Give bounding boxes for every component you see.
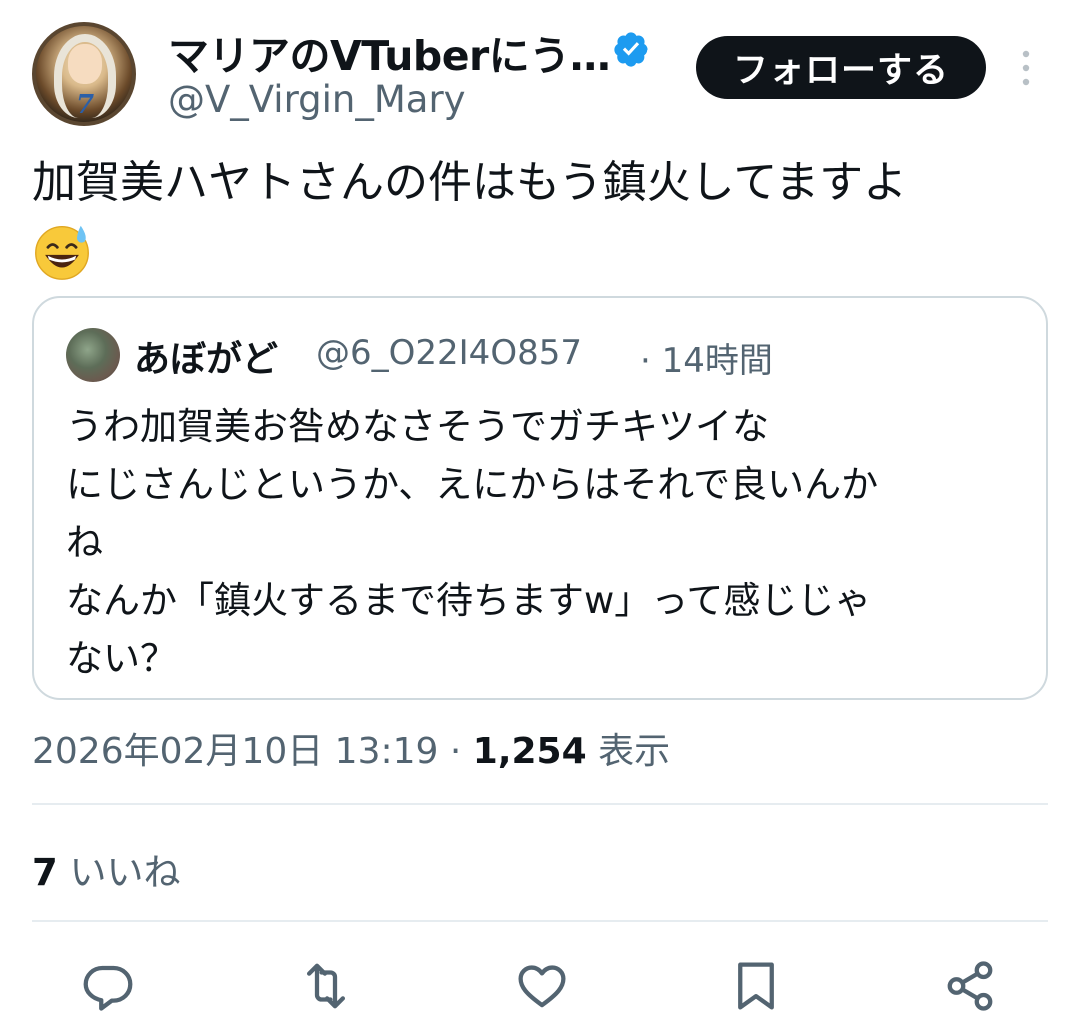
quoted-tweet-time[interactable]: · 14時間 (640, 333, 773, 382)
like-icon (518, 965, 566, 1008)
quoted-author-avatar[interactable] (66, 328, 120, 382)
likes-label: いいね (57, 851, 181, 894)
share-button[interactable] (942, 958, 998, 1014)
tweet-timestamp[interactable]: 2026年02月10日 13:19 · (32, 731, 473, 772)
views-count: 1,254 (472, 731, 587, 772)
bookmark-button[interactable] (728, 958, 784, 1014)
views-label: 表示 (586, 731, 671, 772)
divider (32, 920, 1048, 922)
more-options-icon[interactable] (1014, 48, 1038, 88)
quoted-tweet-text: うわ加賀美お咎めなさそうでガチキツイな にじさんじというか、えにからはそれで良い… (66, 405, 879, 680)
reply-button[interactable] (80, 958, 136, 1014)
tweet-header: 7 マリアのVTuberにう… @V_Virgin_Mary フォローする (0, 0, 1080, 140)
like-button[interactable] (514, 958, 570, 1014)
retweet-icon (306, 963, 346, 1009)
likes-summary[interactable]: 7 いいね (32, 842, 181, 896)
avatar-face-shape (68, 44, 102, 84)
quoted-author-name[interactable]: あぼがど (134, 330, 278, 382)
author-display-name[interactable]: マリアのVTuberにう… (168, 22, 611, 82)
quoted-tweet-card[interactable]: あぼがど @6_O22I4O857 · 14時間 うわ加賀美お咎めなさそうでガチ… (32, 296, 1048, 700)
author-avatar[interactable]: 7 (32, 22, 136, 126)
retweet-button[interactable] (298, 958, 354, 1014)
likes-count: 7 (32, 851, 58, 894)
author-handle[interactable]: @V_Virgin_Mary (168, 78, 466, 121)
verified-badge-icon (614, 32, 648, 67)
follow-button[interactable]: フォローする (696, 36, 986, 99)
share-icon (947, 961, 993, 1011)
reply-icon (83, 965, 133, 1011)
divider (32, 803, 1048, 805)
bookmark-icon (738, 962, 774, 1010)
avatar-emblem: 7 (76, 90, 95, 120)
grinning-face-with-sweat-icon (35, 225, 89, 280)
tweet-text: 加賀美ハヤトさんの件はもう鎮火してますよ (32, 157, 908, 208)
quoted-author-handle[interactable]: @6_O22I4O857 (316, 333, 582, 373)
tweet-meta: 2026年02月10日 13:19 · 1,254 表示 (32, 722, 670, 774)
